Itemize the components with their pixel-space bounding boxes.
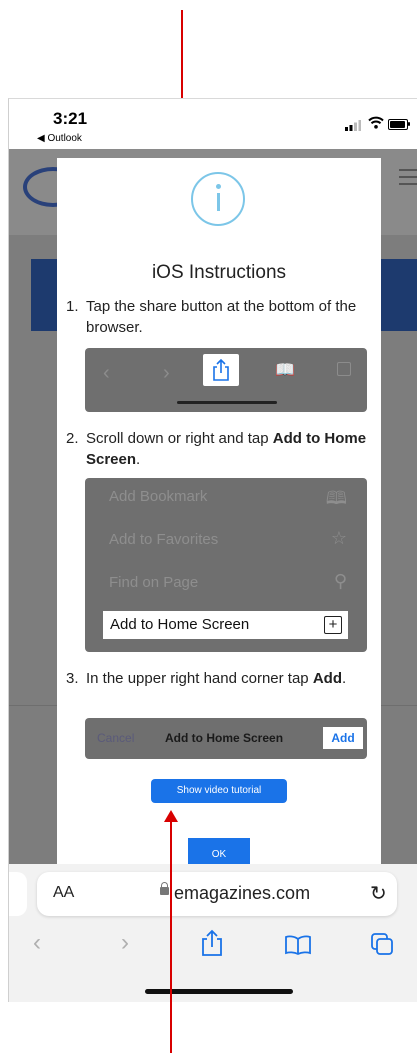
site-banner-right xyxy=(379,259,417,331)
bookmarks-button[interactable] xyxy=(285,935,311,955)
step-3-text: In the upper right hand corner tap Add. xyxy=(86,670,347,687)
forward-button[interactable]: › xyxy=(121,929,129,957)
share-button[interactable] xyxy=(201,929,223,957)
back-arrow-icon: ‹ xyxy=(103,362,110,384)
home-indicator xyxy=(145,989,293,994)
share-icon xyxy=(213,358,229,381)
menu-item-add-bookmark: Add Bookmark 🕮 xyxy=(109,488,359,508)
back-to-outlook-link[interactable]: ◀ Outlook xyxy=(37,133,82,144)
step-2-number: 2. xyxy=(66,430,79,447)
forward-arrow-icon: › xyxy=(163,362,170,384)
menu-item-find-on-page: Find on Page ⚲ xyxy=(109,571,347,591)
battery-tip xyxy=(408,122,410,126)
status-time: 3:21 xyxy=(53,109,88,128)
url-domain: emagazines.com xyxy=(174,883,311,903)
wifi-icon xyxy=(368,116,384,129)
step-1-text: Tap the share button at the bottom of th… xyxy=(86,298,357,336)
signal-icon xyxy=(345,120,361,131)
menu-item-add-to-favorites: Add to Favorites ☆ xyxy=(109,528,347,548)
menu-icon[interactable] xyxy=(399,169,417,190)
star-icon: ☆ xyxy=(330,528,347,548)
book-icon: 🕮 xyxy=(325,488,347,508)
illustration-add-button: Add xyxy=(323,727,363,749)
reader-settings-button[interactable]: AA xyxy=(53,884,74,902)
tabs-button[interactable] xyxy=(371,933,393,955)
modal-title: iOS Instructions xyxy=(151,262,287,283)
reload-icon[interactable]: ↻ xyxy=(370,881,387,906)
menu-item-add-to-home-screen: Add to Home Screen + xyxy=(103,611,348,639)
status-bar: 3:21 ◀ Outlook xyxy=(9,99,417,149)
step-1-number: 1. xyxy=(66,298,79,315)
step-2-text: Scroll down or right and tap Add to Home… xyxy=(86,430,367,468)
ios-instructions-modal: iOS Instructions 1. Tap the share button… xyxy=(57,158,381,873)
lock-icon xyxy=(160,882,169,895)
bookmarks-icon: 📖 xyxy=(275,362,295,379)
annotation-arrow-bottom xyxy=(170,821,172,1053)
phone-screen: 3:21 ◀ Outlook iOS Instructions 1. Tap t… xyxy=(8,98,417,1002)
battery-icon xyxy=(388,119,408,130)
tabs-icon xyxy=(337,362,351,376)
search-icon: ⚲ xyxy=(333,571,347,591)
illustration-cancel-label: Cancel xyxy=(97,731,135,745)
share-menu-illustration: Add Bookmark 🕮 Add to Favorites ☆ Find o… xyxy=(85,478,367,652)
show-video-tutorial-button[interactable]: Show video tutorial xyxy=(151,779,287,803)
share-toolbar-illustration: ‹ › 📖 xyxy=(85,348,367,412)
step-3-number: 3. xyxy=(66,670,79,687)
add-square-icon: + xyxy=(324,616,342,634)
add-to-home-screen-bar-illustration: Cancel Add to Home Screen Add xyxy=(85,718,367,759)
previous-tab-edge[interactable] xyxy=(9,872,27,916)
address-bar[interactable]: AA emagazines.com ↻ xyxy=(37,872,397,916)
info-icon xyxy=(191,172,245,226)
home-indicator-illustration xyxy=(177,401,277,404)
illustration-title-label: Add to Home Screen xyxy=(165,731,284,745)
back-button[interactable]: ‹ xyxy=(33,929,41,957)
